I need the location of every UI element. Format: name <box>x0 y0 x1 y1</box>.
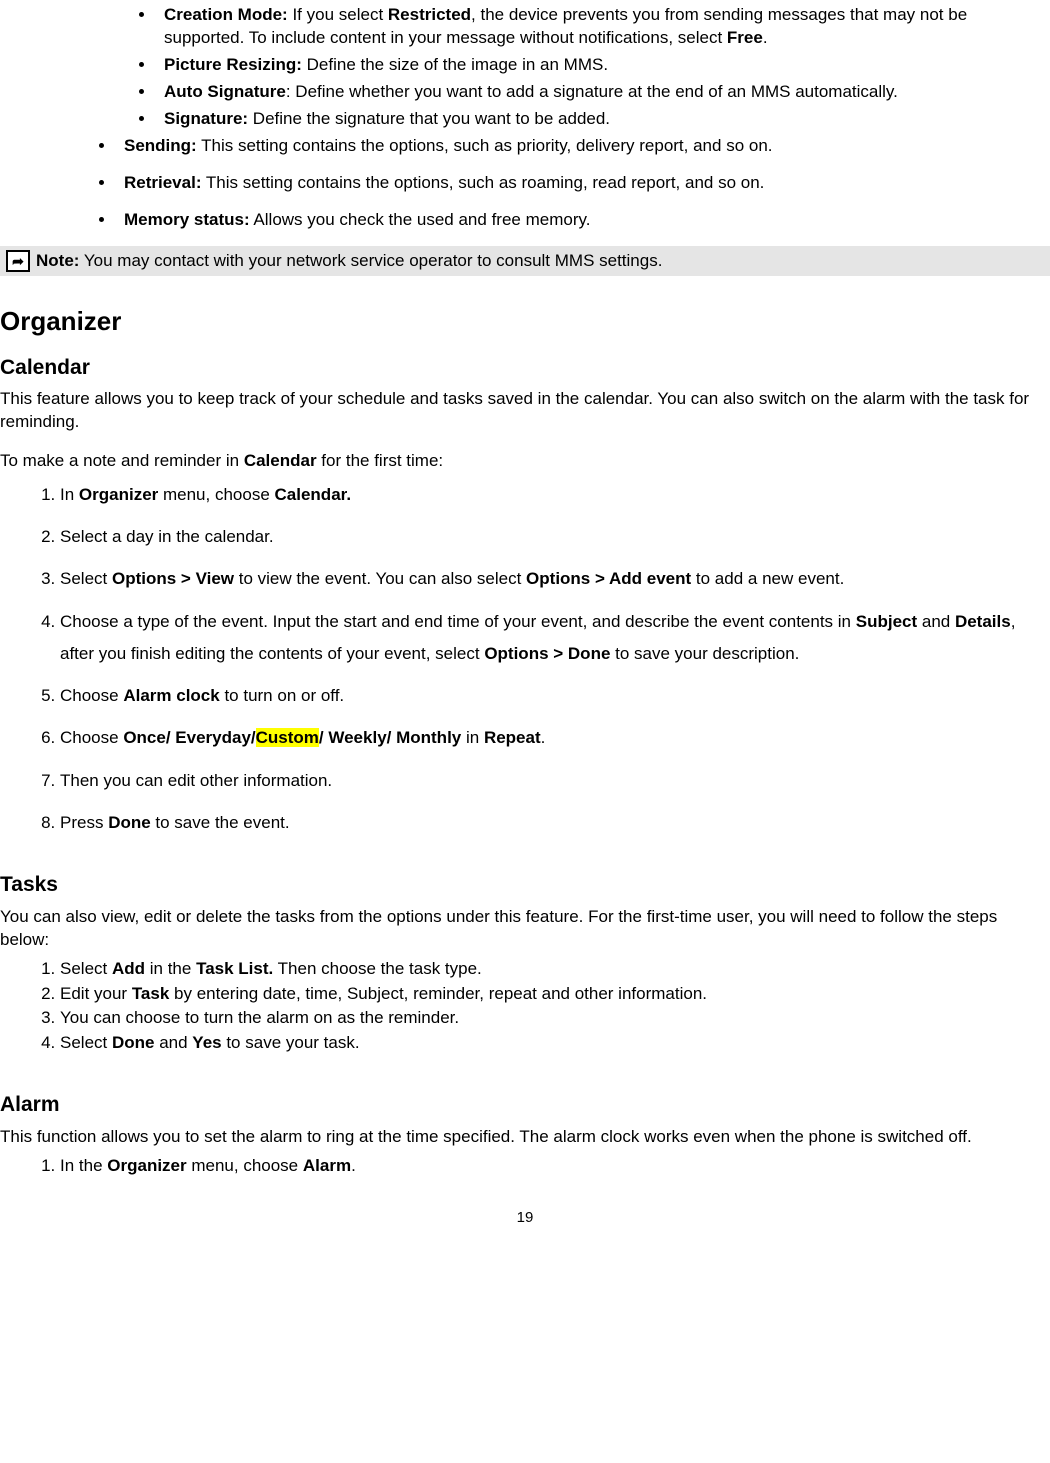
alarm-heading: Alarm <box>0 1091 1050 1119</box>
calendar-steps: In Organizer menu, choose Calendar. Selec… <box>0 479 1050 840</box>
note-box: ➦ Note: You may contact with your networ… <box>0 246 1050 277</box>
step-item: Choose Once/ Everyday/Custom/ Weekly/ Mo… <box>60 722 1050 754</box>
alarm-intro: This function allows you to set the alar… <box>0 1126 1050 1149</box>
document-page: Creation Mode: If you select Restricted,… <box>0 4 1050 1258</box>
note-label: Note: <box>36 251 79 270</box>
mms-outer-list: Sending: This setting contains the optio… <box>116 135 1050 232</box>
step-item: Choose Alarm clock to turn on or off. <box>60 680 1050 712</box>
list-item: Creation Mode: If you select Restricted,… <box>156 4 1050 50</box>
note-body: You may contact with your network servic… <box>79 251 662 270</box>
page-number: 19 <box>0 1208 1050 1228</box>
calendar-lead: To make a note and reminder in Calendar … <box>0 450 1050 473</box>
list-item: Auto Signature: Define whether you want … <box>156 81 1050 104</box>
alarm-steps: In the Organizer menu, choose Alarm. <box>0 1155 1050 1178</box>
step-item: In the Organizer menu, choose Alarm. <box>60 1155 1050 1178</box>
list-item: Retrieval: This setting contains the opt… <box>116 172 1050 195</box>
step-item: Press Done to save the event. <box>60 807 1050 839</box>
step-item: Select Options > View to view the event.… <box>60 563 1050 595</box>
list-item: Sending: This setting contains the optio… <box>116 135 1050 158</box>
step-item: Select a day in the calendar. <box>60 521 1050 553</box>
step-item: Then you can edit other information. <box>60 765 1050 797</box>
tasks-intro: You can also view, edit or delete the ta… <box>0 906 1050 952</box>
step-item: Edit your Task by entering date, time, S… <box>60 983 1050 1006</box>
mms-inner-list: Creation Mode: If you select Restricted,… <box>156 4 1050 131</box>
step-item: In Organizer menu, choose Calendar. <box>60 479 1050 511</box>
tasks-steps: Select Add in the Task List. Then choose… <box>0 958 1050 1056</box>
list-item: Memory status: Allows you check the used… <box>116 209 1050 232</box>
calendar-heading: Calendar <box>0 354 1050 382</box>
calendar-intro: This feature allows you to keep track of… <box>0 388 1050 434</box>
note-text: Note: You may contact with your network … <box>36 250 662 273</box>
list-item: Picture Resizing: Define the size of the… <box>156 54 1050 77</box>
note-arrow-icon: ➦ <box>6 250 30 272</box>
tasks-heading: Tasks <box>0 871 1050 899</box>
step-item: Choose a type of the event. Input the st… <box>60 606 1050 671</box>
step-item: Select Done and Yes to save your task. <box>60 1032 1050 1055</box>
step-item: Select Add in the Task List. Then choose… <box>60 958 1050 981</box>
list-item: Signature: Define the signature that you… <box>156 108 1050 131</box>
step-item: You can choose to turn the alarm on as t… <box>60 1007 1050 1030</box>
organizer-heading: Organizer <box>0 304 1050 339</box>
